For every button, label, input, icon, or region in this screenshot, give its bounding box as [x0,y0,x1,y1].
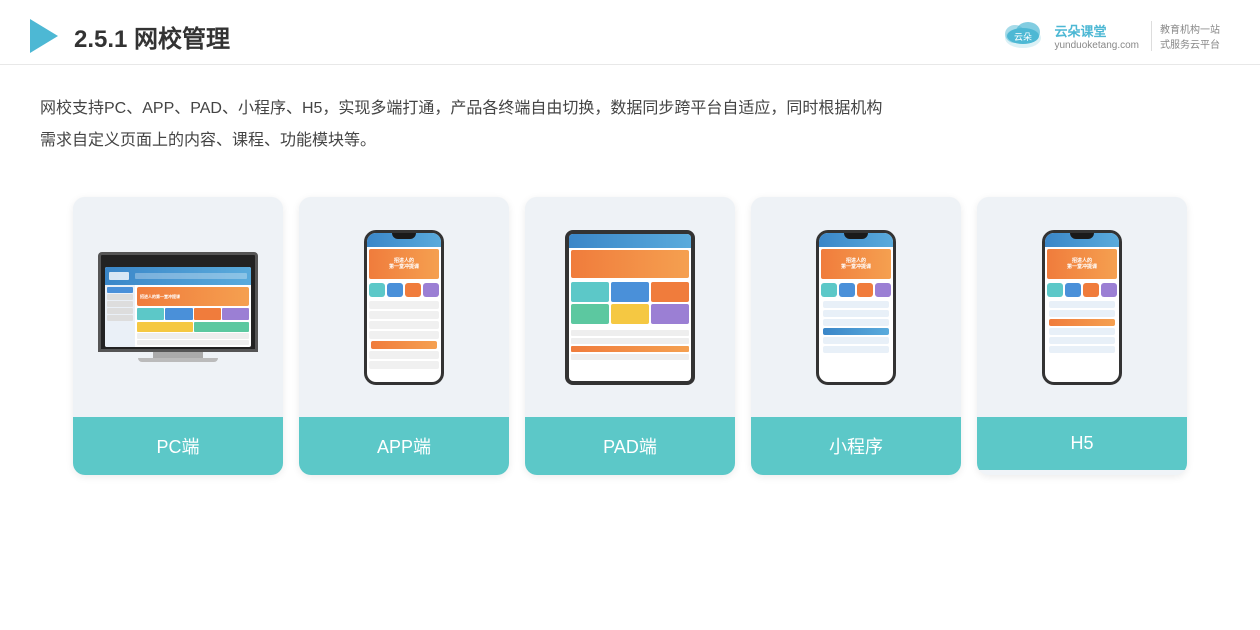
page-title: 2.5.1 网校管理 [74,19,230,54]
pc-screen-content: 招进人的第一堂冲提课 [105,267,251,347]
phone-icon-4 [423,283,439,297]
phone-mockup-mini: 招进人的第一堂冲提课 [816,230,896,385]
card-h5: 招进人的第一堂冲提课 [977,197,1187,475]
yunduoketang-icon: 云朵 [1000,18,1046,54]
card-app-image: 招进人的第一堂冲提课 [299,197,509,417]
pad-icons [569,280,691,326]
pc-base [138,358,218,362]
phone-body-h5: 招进人的第一堂冲提课 [1042,230,1122,385]
pad-body [565,230,695,385]
svg-text:云朵: 云朵 [1014,32,1032,42]
phone-banner-mini: 招进人的第一堂冲提课 [821,249,891,279]
phone-notch-app [392,233,416,239]
phone-icons-app [367,281,441,299]
title-prefix: 2.5.1 [74,26,134,53]
description-line1: 网校支持PC、APP、PAD、小程序、H5，实现多端打通，产品各终端自由切换，数… [40,93,1220,125]
phone-list-app [367,299,441,371]
phone-mockup-h5: 招进人的第一堂冲提课 [1042,230,1122,385]
phone-icon-2 [387,283,403,297]
brand-triangle-icon [30,19,58,53]
brand-url: yunduoketang.com [1054,40,1139,51]
phone-banner-h5: 招进人的第一堂冲提课 [1047,249,1117,279]
slogan-line1: 教育机构一站 [1160,21,1220,36]
pc-screen: 招进人的第一堂冲提课 [98,252,258,352]
phone-screen-h5: 招进人的第一堂冲提课 [1045,233,1119,382]
phone-notch-h5 [1070,233,1094,239]
pad-list [569,328,691,362]
cards-section: 招进人的第一堂冲提课 [0,177,1260,495]
card-pad: PAD端 [525,197,735,475]
card-pc: 招进人的第一堂冲提课 [73,197,283,475]
card-h5-label: H5 [977,417,1187,470]
phone-mockup-app: 招进人的第一堂冲提课 [364,230,444,385]
pc-nav [105,267,251,285]
pc-mockup: 招进人的第一堂冲提课 [98,252,258,362]
phone-icons-mini [819,281,893,299]
phone-banner-app: 招进人的第一堂冲提课 [369,249,439,279]
header-left: 2.5.1 网校管理 [30,19,230,54]
card-pad-image [525,197,735,417]
pad-screen [569,234,691,381]
phone-icon-3 [405,283,421,297]
phone-screen-mini: 招进人的第一堂冲提课 [819,233,893,382]
brand-slogan: 教育机构一站 式服务云平台 [1151,21,1220,51]
card-pad-label: PAD端 [525,417,735,475]
phone-body-mini: 招进人的第一堂冲提课 [816,230,896,385]
brand-logo: 云朵 云朵课堂 yunduoketang.com 教育机构一站 式服务云平台 [1000,18,1220,54]
pad-top-bar [569,234,691,248]
header: 2.5.1 网校管理 云朵 云朵课堂 yunduoketang.com 教育机构… [0,0,1260,65]
card-h5-image: 招进人的第一堂冲提课 [977,197,1187,417]
pad-banner [571,250,689,278]
phone-screen-app: 招进人的第一堂冲提课 [367,233,441,382]
brand-icon: 云朵 [1000,18,1046,54]
description-section: 网校支持PC、APP、PAD、小程序、H5，实现多端打通，产品各终端自由切换，数… [0,65,1260,167]
phone-list-mini [819,299,893,355]
phone-notch-mini [844,233,868,239]
brand-name: 云朵课堂 [1054,21,1106,40]
card-mini-label: 小程序 [751,417,961,475]
phone-icons-h5 [1045,281,1119,299]
phone-body-app: 招进人的第一堂冲提课 [364,230,444,385]
phone-list-h5 [1045,299,1119,355]
description-line2: 需求自定义页面上的内容、课程、功能模块等。 [40,125,1220,157]
slogan-line2: 式服务云平台 [1160,36,1220,51]
phone-icon-1 [369,283,385,297]
card-pc-image: 招进人的第一堂冲提课 [73,197,283,417]
card-mini-image: 招进人的第一堂冲提课 [751,197,961,417]
brand-text: 云朵课堂 yunduoketang.com [1054,21,1139,51]
card-mini: 招进人的第一堂冲提课 [751,197,961,475]
card-app-label: APP端 [299,417,509,475]
pad-mockup [565,230,695,385]
card-app: 招进人的第一堂冲提课 [299,197,509,475]
card-pc-label: PC端 [73,417,283,475]
title-bold: 网校管理 [134,26,230,53]
